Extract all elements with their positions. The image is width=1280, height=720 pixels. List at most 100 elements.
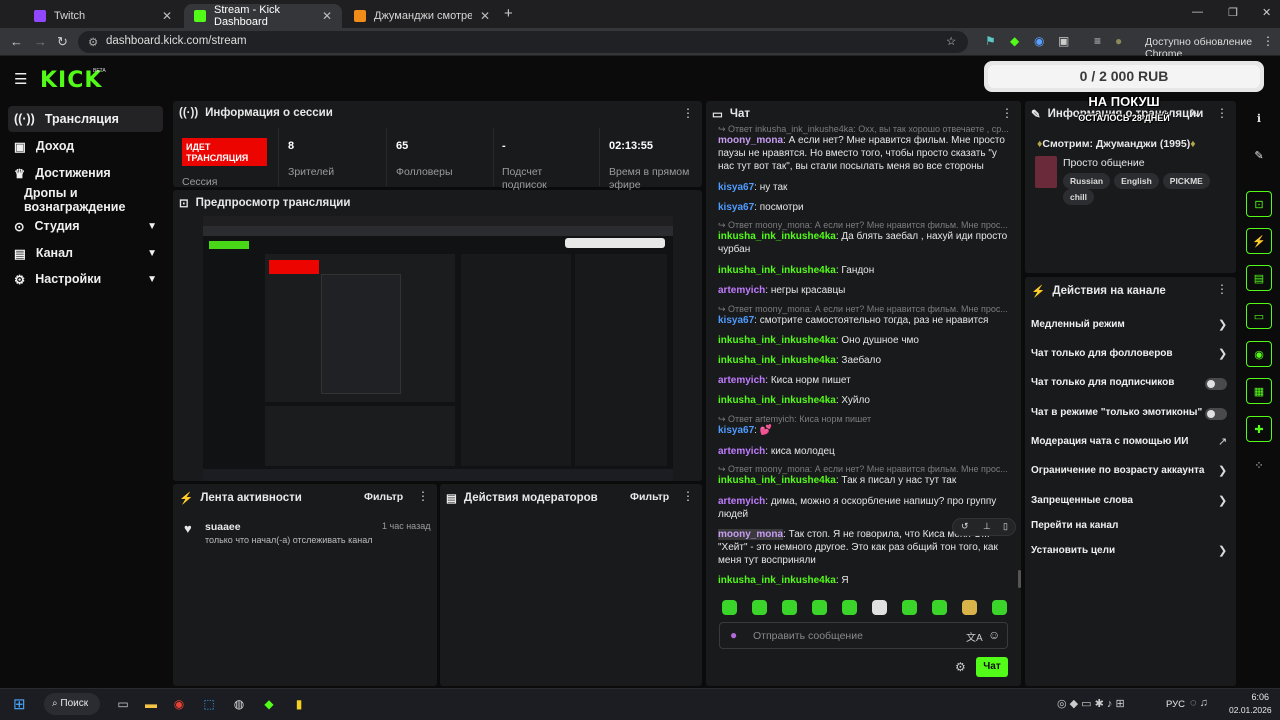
sidebar-item-channel[interactable]: ▤ Канал ▼ <box>8 240 163 266</box>
chevron-right-icon[interactable]: ❯ <box>1218 544 1227 557</box>
wrench-icon[interactable]: ✚ <box>1246 416 1272 442</box>
emote-icon[interactable] <box>722 600 737 615</box>
external-link-icon[interactable]: ↗ <box>1218 435 1227 448</box>
chat-username[interactable]: kisya67 <box>718 425 754 436</box>
profile-avatar[interactable]: ● <box>1115 34 1122 48</box>
chat-username[interactable]: artemyich <box>718 375 765 386</box>
sidebar-item-studio[interactable]: ⊙ Студия ▼ <box>8 213 163 239</box>
category-name[interactable]: Просто общение <box>1063 157 1145 169</box>
toggle-switch[interactable] <box>1205 408 1227 420</box>
puzzle-icon[interactable]: ▣ <box>1058 34 1069 48</box>
translate-icon[interactable]: 文A <box>966 629 983 644</box>
chat-input[interactable]: ● Отправить сообщение 文A ☺ <box>719 622 1008 649</box>
trash-icon[interactable]: ▯ <box>1003 521 1008 532</box>
emote-icon[interactable] <box>752 600 767 615</box>
menu-dots-icon[interactable]: ⋮ <box>1001 106 1013 120</box>
extension-icon[interactable]: ◆ <box>1010 34 1019 48</box>
emoji-icon[interactable]: ☺ <box>988 628 1000 642</box>
hamburger-icon[interactable]: ☰ <box>14 70 27 88</box>
chat-username[interactable]: inkusha_ink_inkushe4ka <box>718 355 836 366</box>
layout-icon[interactable]: ▦ <box>1246 378 1272 404</box>
chat-username[interactable]: kisya67 <box>718 315 754 326</box>
info-icon[interactable]: ℹ <box>1246 105 1272 131</box>
chrome-icon[interactable]: ◉ <box>170 695 188 713</box>
channel-action-label[interactable]: Медленный режим <box>1031 319 1125 330</box>
close-icon[interactable]: ✕ <box>322 9 332 23</box>
chat-username[interactable]: inkusha_ink_inkushe4ka <box>718 575 836 586</box>
menu-dots-icon[interactable]: ⋮ <box>682 489 694 503</box>
snip-icon[interactable]: ⬚ <box>200 695 218 713</box>
activity-user[interactable]: suaaee <box>205 521 241 533</box>
chat-username[interactable]: inkusha_ink_inkushe4ka <box>718 335 836 346</box>
sidebar-item-broadcast[interactable]: ((·)) Трансляция <box>8 106 163 132</box>
filter-button[interactable]: Фильтр <box>364 491 403 503</box>
chat-username[interactable]: kisya67 <box>718 182 754 193</box>
site-info-icon[interactable]: ⚙ <box>88 35 98 49</box>
chat-username[interactable]: inkusha_ink_inkushe4ka <box>718 265 836 276</box>
extension-icon[interactable]: ⚑ <box>985 34 996 48</box>
stream-preview-video[interactable] <box>203 216 673 481</box>
chat-icon[interactable]: ▭ <box>1246 303 1272 329</box>
close-icon[interactable]: ✕ <box>480 9 490 23</box>
emote-icon[interactable] <box>992 600 1007 615</box>
taskbar-search[interactable]: ⌕ Поиск <box>44 693 100 715</box>
emote-icon[interactable] <box>812 600 827 615</box>
chat-username[interactable]: moony_mona <box>718 529 784 540</box>
clock-time[interactable]: 6:06 <box>1229 692 1269 702</box>
tag[interactable]: PICKME <box>1162 173 1210 189</box>
menu-dots-icon[interactable]: ⋮ <box>1262 34 1274 48</box>
url-field[interactable]: ⚙ dashboard.kick.com/stream ☆ <box>78 31 968 53</box>
app-icon[interactable]: ◆ <box>260 695 278 713</box>
filter-button[interactable]: Фильтр <box>630 491 669 503</box>
tab-jumanji[interactable]: Джуманджи смотреть онлайн ✕ <box>344 4 500 28</box>
tab-twitch[interactable]: Twitch ✕ <box>24 4 182 28</box>
explorer-icon[interactable]: ▬ <box>142 695 160 713</box>
tag[interactable]: Russian <box>1063 173 1111 189</box>
chat-username[interactable]: kisya67 <box>718 202 754 213</box>
emote-icon[interactable] <box>902 600 917 615</box>
edit-icon[interactable]: ✎ <box>1189 107 1198 120</box>
extension-icon[interactable]: ◉ <box>1034 34 1044 48</box>
menu-dots-icon[interactable]: ⋮ <box>417 489 429 503</box>
obs-icon[interactable]: ◍ <box>230 695 248 713</box>
tag[interactable]: English <box>1114 173 1159 189</box>
sidebar-item-achievements[interactable]: ♛ Достижения <box>8 160 163 186</box>
new-tab-button[interactable]: + <box>504 5 513 22</box>
channel-action-label[interactable]: Модерация чата с помощью ИИ <box>1031 436 1188 447</box>
chat-username[interactable]: inkusha_ink_inkushe4ka <box>718 395 836 406</box>
apps-icon[interactable]: ⁘ <box>1246 452 1272 478</box>
sidebar-item-settings[interactable]: ⚙ Настройки ▼ <box>8 266 163 292</box>
network-icon[interactable]: ◌ ♫ <box>1190 697 1208 709</box>
chat-username[interactable]: artemyich <box>718 496 765 507</box>
category-thumbnail[interactable] <box>1035 156 1057 188</box>
channel-action-label[interactable]: Чат только для фолловеров <box>1031 348 1173 359</box>
chevron-right-icon[interactable]: ❯ <box>1218 347 1227 360</box>
chevron-right-icon[interactable]: ❯ <box>1218 464 1227 477</box>
task-view-icon[interactable]: ▭ <box>114 695 132 713</box>
document-icon[interactable]: ▤ <box>1246 265 1272 291</box>
channel-action-label[interactable]: Запрещенные слова <box>1031 495 1133 506</box>
bookmark-star-icon[interactable]: ☆ <box>946 34 956 48</box>
language-indicator[interactable]: РУС <box>1166 699 1185 710</box>
preview-toggle-icon[interactable]: ⊡ <box>1246 191 1272 217</box>
back-icon[interactable]: ← <box>10 34 23 49</box>
app-icon[interactable]: ▮ <box>290 695 308 713</box>
mic-icon[interactable]: ● <box>730 628 737 642</box>
emote-icon[interactable] <box>782 600 797 615</box>
chevron-right-icon[interactable]: ❯ <box>1218 318 1227 331</box>
clock-date[interactable]: 02.01.2026 <box>1229 705 1272 715</box>
chat-username[interactable]: inkusha_ink_inkushe4ka <box>718 231 836 242</box>
minimize-icon[interactable]: — <box>1192 6 1203 18</box>
broadcast-icon[interactable]: ◉ <box>1246 341 1272 367</box>
menu-dots-icon[interactable]: ⋮ <box>1216 282 1228 296</box>
tray-icons[interactable]: ◎ ◆ ▭ ✱ ♪ ⊞ <box>1057 697 1125 710</box>
chat-settings-icon[interactable]: ⚙ <box>955 660 966 674</box>
send-chat-button[interactable]: Чат <box>976 657 1008 677</box>
menu-dots-icon[interactable]: ⋮ <box>1216 106 1228 120</box>
chat-scrollbar[interactable] <box>1018 570 1021 588</box>
channel-action-label[interactable]: Ограничение по возрасту аккаунта <box>1031 465 1205 476</box>
emote-icon[interactable] <box>872 600 887 615</box>
lightning-icon[interactable]: ⚡ <box>1246 228 1272 254</box>
chat-username[interactable]: moony_mona <box>718 135 783 146</box>
chevron-right-icon[interactable]: ❯ <box>1218 494 1227 507</box>
